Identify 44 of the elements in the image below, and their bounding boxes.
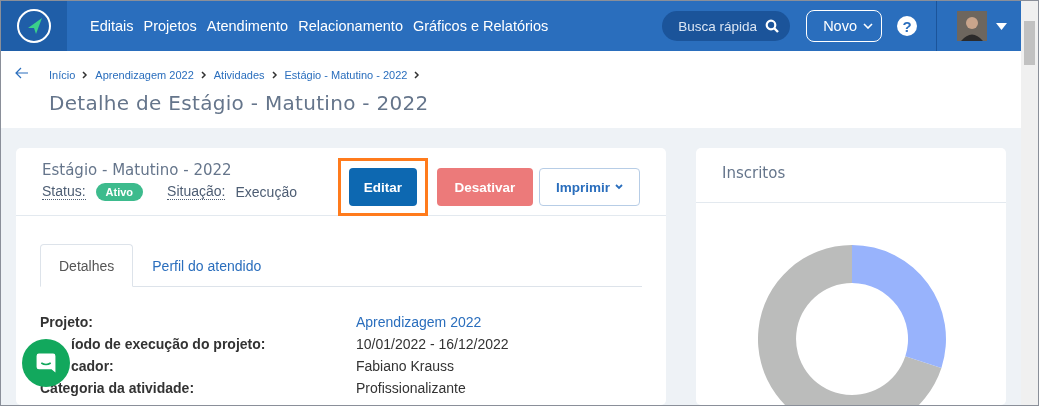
detail-label: Projeto: xyxy=(40,314,93,330)
tab[interactable]: Perfil do atendido xyxy=(133,244,281,287)
breadcrumb-link[interactable]: Início xyxy=(49,69,76,81)
detail-value: Fabiano Krauss xyxy=(356,358,455,374)
back-arrow-icon[interactable] xyxy=(15,67,29,79)
page-title: Detalhe de Estágio - Matutino - 2022 xyxy=(49,91,430,115)
new-button[interactable]: Novo xyxy=(806,10,882,42)
scrollbar-thumb[interactable] xyxy=(1024,21,1035,65)
chevron-icon xyxy=(863,23,873,29)
detail-value: Profissionalizante xyxy=(356,380,466,396)
nav-link[interactable]: Gráficos e Relatórios xyxy=(412,18,549,34)
chevron-icon xyxy=(200,71,207,79)
chat-icon[interactable] xyxy=(35,352,57,374)
deactivate-button[interactable]: Desativar xyxy=(437,168,533,206)
status-badge: Ativo xyxy=(95,183,144,201)
situation-label: Situação: xyxy=(167,184,226,200)
status-label: Status: xyxy=(42,184,86,200)
breadcrumb-link[interactable]: Atividades xyxy=(213,69,265,81)
detail-label: íodo de execução do projeto: xyxy=(71,336,266,352)
edit-button[interactable]: Editar xyxy=(349,168,417,206)
nav-link[interactable]: Atendimento xyxy=(206,18,289,34)
breadcrumb-link[interactable]: Estágio - Matutino - 2022 xyxy=(284,69,408,81)
nav-link[interactable]: Projetos xyxy=(143,18,197,34)
help-button[interactable]: ? xyxy=(897,16,917,36)
nav-link[interactable]: Relacionamento xyxy=(298,18,403,34)
search-icon xyxy=(765,19,780,33)
chart-title: Inscritos xyxy=(696,148,1006,203)
situation-value: Execução xyxy=(235,184,297,200)
project-link[interactable]: Aprendizagem 2022 xyxy=(356,314,482,330)
chevron-icon xyxy=(615,184,623,190)
logo-icon[interactable] xyxy=(16,8,52,44)
caret-icon[interactable] xyxy=(996,22,1007,30)
nav-link[interactable]: Editais xyxy=(90,18,134,34)
search-field[interactable]: Busca rápida xyxy=(662,11,791,41)
detail-value: 10/01/2022 - 16/12/2022 xyxy=(356,336,509,352)
chevron-icon xyxy=(271,71,278,79)
activity-name: Estágio - Matutino - 2022 xyxy=(42,161,233,179)
chevron-icon xyxy=(414,71,421,79)
user-avatar[interactable] xyxy=(957,11,987,41)
detail-label: cador: xyxy=(71,358,114,374)
tab[interactable]: Detalhes xyxy=(40,244,134,287)
chevron-icon xyxy=(82,71,89,79)
breadcrumb-link[interactable]: Aprendizagem 2022 xyxy=(95,69,194,81)
print-button[interactable]: Imprimir xyxy=(539,168,640,206)
